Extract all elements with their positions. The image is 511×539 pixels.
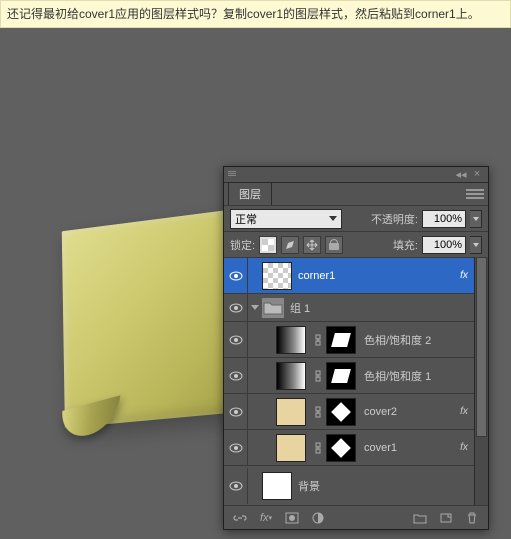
adjustment-thumbnail[interactable] [276,362,306,390]
layer-mask-thumbnail[interactable] [326,362,356,390]
panel-menu-icon[interactable] [466,187,484,201]
fx-badge[interactable]: fx [454,406,474,417]
layer-name[interactable]: cover1 [362,442,454,454]
layers-panel: ◂◂ × 图层 正常 不透明度: 100% 锁定: 填充: 100% [223,166,489,530]
tab-layers[interactable]: 图层 [228,182,272,205]
new-layer-button[interactable] [434,508,458,528]
layer-thumbnail[interactable] [262,472,292,500]
lock-all-button[interactable] [325,236,343,254]
folder-icon [262,298,284,318]
layer-name[interactable]: 色相/饱和度 1 [362,368,488,384]
blend-mode-value: 正常 [235,211,257,227]
new-group-button[interactable] [408,508,432,528]
visibility-toggle[interactable] [224,322,248,358]
layer-name[interactable]: cover2 [362,406,454,418]
add-adjustment-button[interactable] [306,508,330,528]
layer-row-corner1[interactable]: corner1 fx [224,257,488,293]
layer-row-group1[interactable]: 组 1 [224,293,488,321]
adjustment-thumbnail[interactable] [276,326,306,354]
scrollbar-thumb[interactable] [476,257,487,437]
lock-position-button[interactable] [303,236,321,254]
lock-pixels-button[interactable] [281,236,299,254]
visibility-toggle[interactable] [224,468,248,504]
layer-mask-thumbnail[interactable] [326,434,356,462]
fill-label: 填充: [393,237,418,253]
mask-link-icon[interactable] [310,326,326,354]
layer-thumbnail[interactable] [262,262,292,290]
mask-link-icon[interactable] [310,434,326,462]
add-mask-button[interactable] [280,508,304,528]
add-layer-style-button[interactable]: fx▾ [254,508,278,528]
opacity-input[interactable]: 100% [422,210,466,228]
delete-layer-button[interactable] [460,508,484,528]
layer-name[interactable]: 色相/饱和度 2 [362,332,488,348]
chevron-down-icon [329,216,337,221]
panel-titlebar[interactable]: ◂◂ × [224,167,488,183]
visibility-toggle[interactable] [224,258,248,294]
visibility-toggle[interactable] [224,358,248,394]
layer-name[interactable]: 组 1 [288,300,488,316]
layer-row-cover2[interactable]: cover2 fx [224,393,488,429]
layer-name[interactable]: 背景 [296,478,488,494]
layer-name[interactable]: corner1 [296,270,454,282]
layer-row-background[interactable]: 背景 [224,465,488,505]
layer-mask-thumbnail[interactable] [326,326,356,354]
lock-transparency-button[interactable] [259,236,277,254]
opacity-label: 不透明度: [371,211,418,227]
layer-row-hue-sat-2[interactable]: 色相/饱和度 2 [224,321,488,357]
instruction-banner: 还记得最初给cover1应用的图层样式吗？复制cover1的图层样式，然后粘贴到… [0,0,511,28]
fill-input[interactable]: 100% [422,236,466,254]
layers-list: corner1 fx 组 1 色相/饱和度 2 色相/饱和度 1 [224,257,488,505]
panel-footer: fx▾ [224,505,488,529]
panel-close-button[interactable]: × [470,167,484,181]
visibility-toggle[interactable] [224,430,248,466]
lock-label: 锁定: [230,237,255,253]
panel-grip-icon[interactable] [228,171,236,176]
link-layers-button[interactable] [228,508,252,528]
blend-mode-select[interactable]: 正常 [230,209,342,229]
mask-link-icon[interactable] [310,398,326,426]
layer-mask-thumbnail[interactable] [326,398,356,426]
layers-scrollbar[interactable] [474,257,488,505]
fx-badge[interactable]: fx [454,270,474,281]
layer-row-hue-sat-1[interactable]: 色相/饱和度 1 [224,357,488,393]
fx-badge[interactable]: fx [454,442,474,453]
mask-link-icon[interactable] [310,362,326,390]
visibility-toggle[interactable] [224,394,248,430]
layer-thumbnail[interactable] [276,398,306,426]
layer-thumbnail[interactable] [276,434,306,462]
fill-flyout-button[interactable] [470,236,482,254]
layer-row-cover1[interactable]: cover1 fx [224,429,488,465]
panel-collapse-button[interactable]: ◂◂ [454,167,468,181]
opacity-flyout-button[interactable] [470,210,482,228]
